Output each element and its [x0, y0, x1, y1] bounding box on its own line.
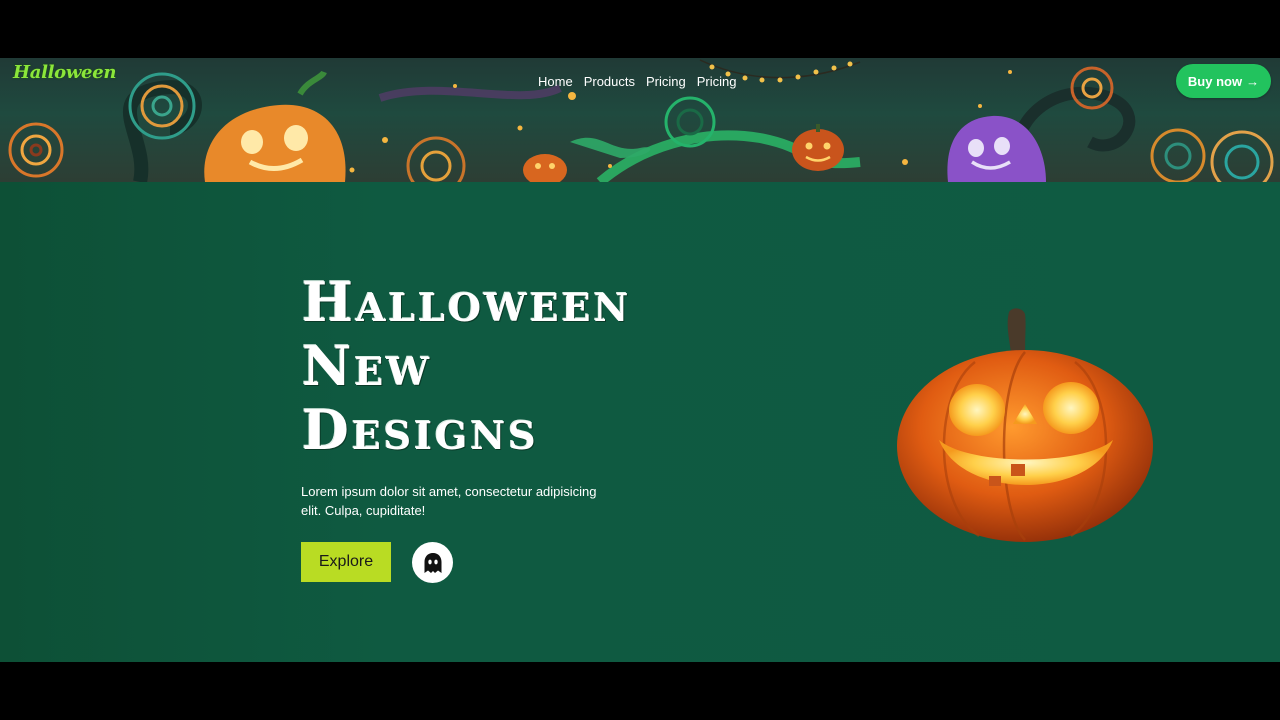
nav-item-pricing[interactable]: Pricing	[646, 74, 686, 89]
hero-title-line-1: Halloween	[302, 270, 632, 334]
hero-section: Halloween New Designs Lorem ipsum dolor …	[0, 182, 1280, 662]
buy-now-button[interactable]: Buy now →	[1176, 64, 1271, 98]
nav-item-products[interactable]: Products	[584, 74, 635, 89]
nav-item-pricing-2[interactable]: Pricing	[697, 74, 737, 89]
ghost-button[interactable]	[412, 542, 453, 583]
hero-description: Lorem ipsum dolor sit amet, consectetur …	[301, 484, 597, 518]
page-frame: Halloween Home Products Pricing Pricing …	[0, 58, 1280, 662]
jack-o-lantern-image	[897, 308, 1153, 542]
header-banner: Halloween Home Products Pricing Pricing …	[0, 58, 1280, 182]
hero-title: Halloween New Designs	[302, 270, 631, 462]
hero-title-line-2: New	[302, 334, 432, 398]
buy-now-label: Buy now	[1187, 73, 1243, 89]
hero-title-line-3: Designs	[302, 398, 539, 462]
nav-item-home[interactable]: Home	[538, 74, 573, 89]
main-nav: Home Products Pricing Pricing	[538, 74, 737, 89]
ghost-icon	[424, 552, 441, 573]
brand-logo[interactable]: Halloween	[13, 62, 116, 83]
arrow-right-icon: →	[1246, 73, 1260, 89]
explore-button[interactable]: Explore	[301, 542, 391, 582]
